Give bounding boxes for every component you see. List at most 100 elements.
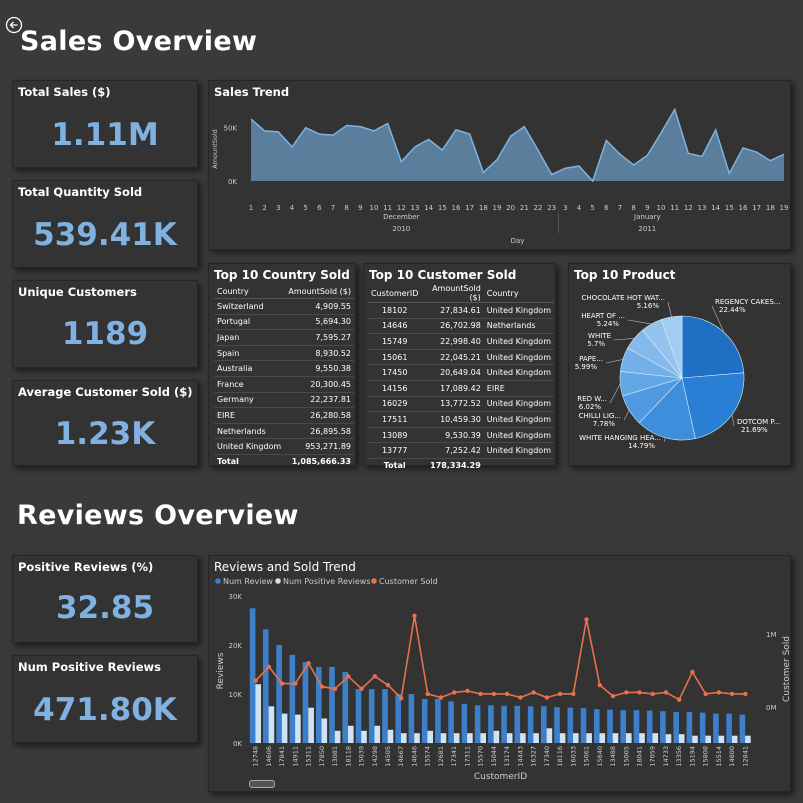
bar-num-review [527,706,534,744]
bar-num-review [633,710,640,743]
table-cell: 7,252.42 [421,442,484,459]
bar-num-review [474,705,481,743]
pie-leader-line [627,319,652,325]
x-tick-label: 17841 [278,746,286,767]
x-tick-label: 19 [780,204,789,212]
bar-num-positive [295,714,301,743]
table-cell: Netherlands [214,423,285,440]
kpi-average-customer-sold[interactable]: Average Customer Sold ($) 1.23K [12,380,198,466]
bar-num-positive [427,730,433,744]
table-cell: United Kingdom [483,302,554,319]
table-row[interactable]: Japan 7,595.27 [214,329,354,346]
bar-num-positive [599,733,606,743]
bar-num-positive [467,733,473,743]
column-header[interactable]: Country [483,284,554,303]
reviews-trend-chart[interactable]: Num Review Num Positive Reviews Customer S… [209,556,792,793]
kpi-total-quantity[interactable]: Total Quantity Sold 539.41K [12,180,198,268]
table-row[interactable]: Switzerland 4,909.55 [214,298,354,315]
bar-num-positive [546,728,553,743]
table-cell: 27,834.61 [421,302,484,319]
x-tick-label: 18116 [556,746,564,767]
x-tick-label: 7 [618,204,622,212]
top-customer-card[interactable]: Top 10 Customer Sold CustomerID AmountSo… [363,263,556,473]
x-tick-label: 13488 [609,746,617,767]
column-header[interactable]: AmountSold ($) [284,284,354,299]
bar-num-review [302,662,309,743]
bar-num-positive [308,707,314,743]
pie-label: WHITE HANGING HEA... [579,434,661,442]
x-tick-label: 10 [657,204,666,212]
x-tick-label: 17341 [450,746,458,767]
reviews-trend-card[interactable]: Reviews and Sold Trend Num Review Num Pos… [208,555,792,793]
top-product-pie[interactable]: REGENCY CAKES...22.44% DOTCOM P...21.69% W… [569,264,792,467]
table-row[interactable]: 18102 27,834.61 United Kingdom [368,302,554,319]
horizontal-scrollbar[interactable] [249,780,275,788]
x-tick-label: 6 [604,204,609,212]
table-row[interactable]: 14646 26,702.98 Netherlands [368,318,554,335]
top-product-card[interactable]: Top 10 Product REGENCY CAKES... 22.44% DOT… [568,263,791,466]
bar-num-review [620,710,626,743]
customer-sold-point [650,691,655,697]
table-row[interactable]: Netherlands 26,895.58 [214,423,354,440]
table-row[interactable]: France 20,300.45 [214,376,354,393]
x-tick-label: 12681 [437,746,445,767]
table-row[interactable]: 17450 20,649.04 United Kingdom [368,364,554,381]
table-cell: 26,895.58 [284,423,354,440]
table-row[interactable]: 13777 7,252.42 United Kingdom [368,442,554,459]
pie-value-label: 5.24% [597,320,620,328]
kpi-unique-customers[interactable]: Unique Customers 1189 [12,280,198,368]
column-header[interactable]: CustomerID [368,284,422,303]
bar-num-positive [374,725,381,743]
table-row[interactable]: 16029 13,772.52 United Kingdom [368,396,554,413]
table-cell: 14646 [368,318,422,335]
table-row[interactable]: 13089 9,530.39 United Kingdom [368,427,554,444]
table-row[interactable]: Portugal 5,694.30 [214,314,354,331]
table-row[interactable]: 17511 10,459.30 United Kingdom [368,411,554,428]
bar-num-positive [321,718,328,743]
customer-sold-point [624,690,629,695]
kpi-label: Positive Reviews (%) [18,560,154,574]
customer-sold-point [544,695,549,700]
x-tick-label: 21 [520,204,529,212]
table-row[interactable]: United Kingdom 953,271.89 [214,438,354,455]
table-row[interactable]: 15749 22,998.40 United Kingdom [368,333,554,350]
table-row[interactable]: Germany 22,237.81 [214,392,354,409]
bar-num-review [329,667,335,743]
sales-trend-card[interactable]: Sales Trend 0K 50K AmountSold 1 2 3 4 5 6 7 8 9 10 11… [208,80,791,250]
table-row[interactable]: EIRE 26,280.58 [214,407,354,424]
kpi-num-positive-reviews[interactable]: Num Positive Reviews 471.80K [12,655,198,743]
x-tick-label: 15808 [702,746,710,767]
bar-num-review [408,694,415,743]
bar-num-positive [692,735,698,743]
table-row[interactable]: 14156 17,089.42 EIRE [368,380,554,397]
customer-sold-point [253,678,258,683]
customer-sold-point [385,682,391,688]
x-tick-label: 15044 [490,746,498,767]
kpi-total-sales[interactable]: Total Sales ($) 1.11M [12,80,198,168]
table-row[interactable]: Spain 8,930.52 [214,345,354,362]
bar-num-review [289,654,296,743]
kpi-positive-reviews[interactable]: Positive Reviews (%) 32.85 [12,555,198,643]
year-label: 2011 [638,225,656,233]
top-customer-title: Top 10 Customer Sold [369,268,517,282]
x-axis-label: CustomerID [474,772,527,782]
table-cell: 13089 [368,427,422,444]
x-tick-label: 5 [303,204,307,212]
table-row[interactable]: Australia 9,550.38 [214,360,354,377]
table-cell: 10,459.30 [421,411,484,428]
x-tick-label: 3 [563,204,567,212]
column-header[interactable]: AmountSold ($) [421,284,484,303]
x-tick-label: 14606 [265,746,273,767]
top-country-card[interactable]: Top 10 Country Sold Country AmountSold (… [208,263,356,469]
column-header[interactable]: Country [214,284,285,299]
customer-sold-point [743,691,748,697]
x-tick-label: 8 [631,204,635,212]
x-tick-label: 8 [344,204,348,212]
sales-trend-chart[interactable]: 0K50KAmountSold1 2 3 4 5 6 7 8 9 10 11 12 13 14 15 16 17… [209,81,792,251]
bar-num-review [501,705,507,743]
kpi-label: Average Customer Sold ($) [18,385,193,399]
table-cell: 5,694.30 [284,314,354,331]
table-row[interactable]: 15061 22,045.21 United Kingdom [368,349,554,366]
table-cell: 9,530.39 [421,427,484,444]
bar-num-positive [626,733,632,743]
